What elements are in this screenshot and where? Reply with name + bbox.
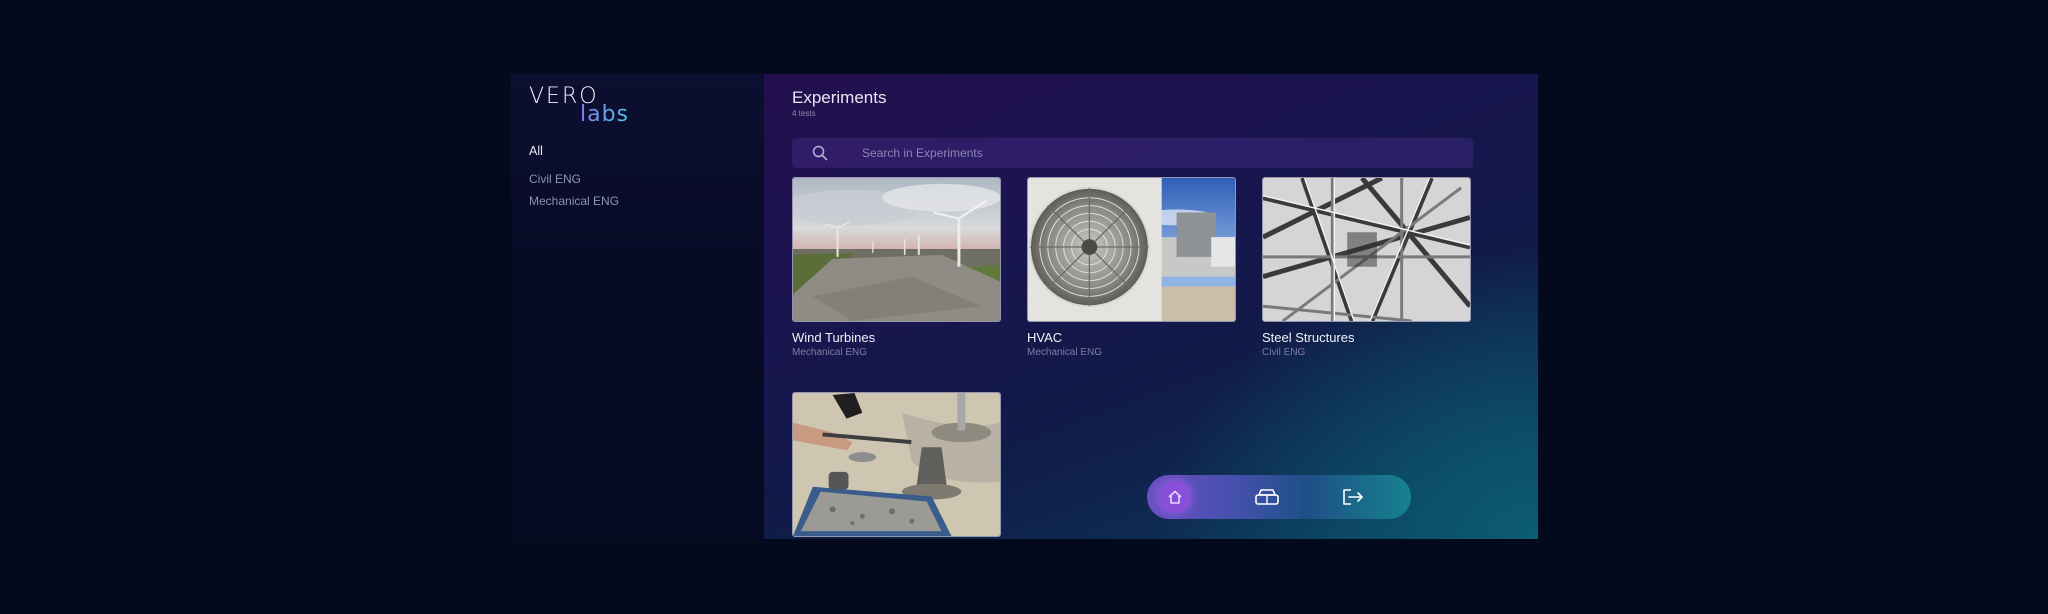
steel-structures-image [1262, 177, 1471, 322]
vr-headset-icon [1255, 489, 1279, 505]
bottom-dock [1147, 475, 1411, 519]
search-icon[interactable] [812, 145, 828, 161]
logout-icon [1343, 489, 1363, 505]
card-title: HVAC [1027, 330, 1063, 345]
experiment-card-wind-turbines[interactable]: Wind Turbines Mechanical ENG [792, 177, 1001, 358]
home-icon [1168, 490, 1182, 504]
logo-text-labs: labs [580, 102, 630, 127]
experiment-card-hvac[interactable]: HVAC Mechanical ENG [1027, 177, 1236, 358]
concrete-test-image [792, 392, 1001, 537]
card-category: Civil ENG [1262, 347, 1306, 358]
wind-turbines-image [792, 177, 1001, 322]
sidebar-item-all[interactable]: All [529, 144, 543, 158]
test-count: 4 tests [792, 109, 816, 118]
experiment-card-steel-structures[interactable]: Steel Structures Civil ENG [1262, 177, 1471, 358]
home-button[interactable] [1159, 481, 1191, 513]
main-content: Experiments 4 tests Search in Experiment… [764, 74, 1538, 539]
search-bar [792, 138, 1473, 168]
experiment-card-concrete[interactable] [792, 392, 1001, 537]
app-window: VERO labs All Civil ENG Mechanical ENG E… [511, 74, 1538, 539]
card-title: Steel Structures [1262, 330, 1355, 345]
page-title: Experiments [792, 88, 887, 107]
search-input[interactable] [862, 138, 1452, 168]
card-category: Mechanical ENG [792, 347, 868, 358]
card-category: Mechanical ENG [1027, 347, 1103, 358]
hvac-image [1027, 177, 1236, 322]
card-title: Wind Turbines [792, 330, 876, 345]
sidebar: VERO labs All Civil ENG Mechanical ENG [511, 74, 764, 539]
sidebar-item-mechanical-eng[interactable]: Mechanical ENG [529, 194, 619, 208]
vr-button[interactable] [1251, 481, 1283, 513]
logout-button[interactable] [1337, 481, 1369, 513]
vero-labs-logo: VERO labs [529, 86, 639, 126]
sidebar-item-civil-eng[interactable]: Civil ENG [529, 172, 581, 186]
